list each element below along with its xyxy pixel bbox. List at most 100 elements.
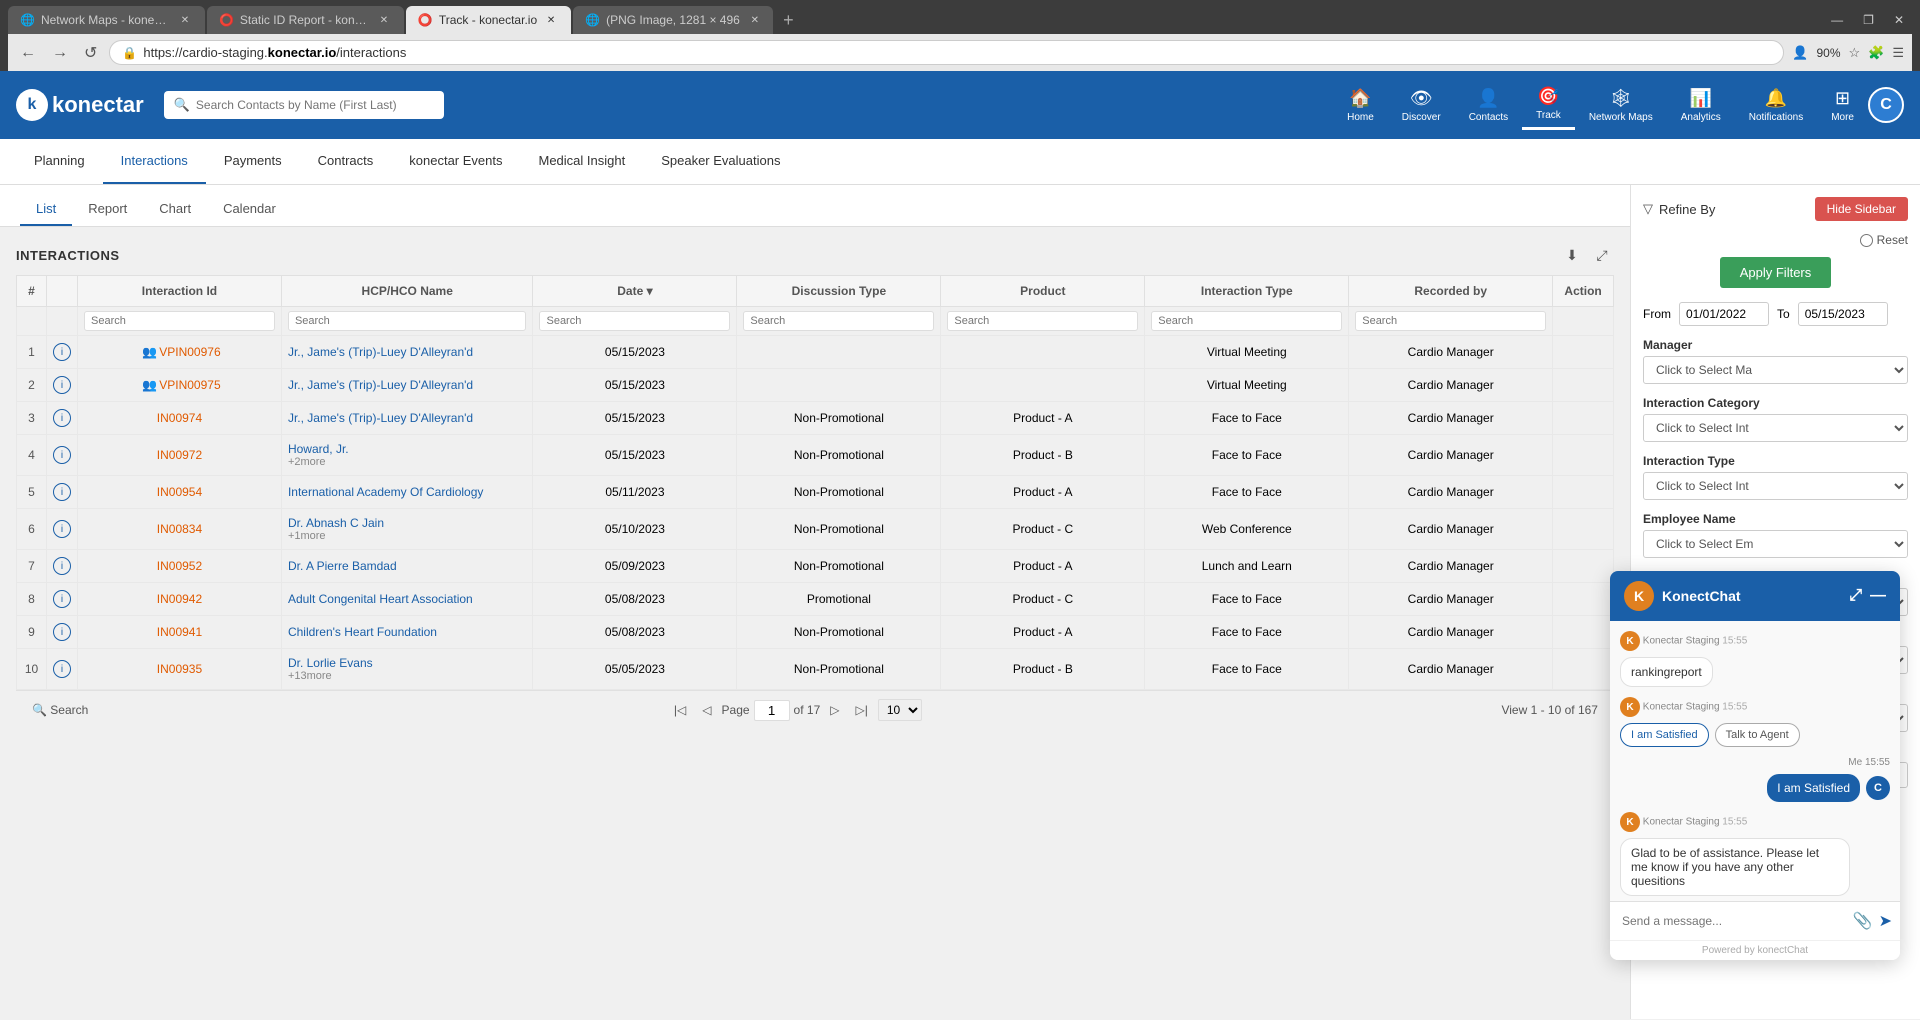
page-number-input[interactable] [754,700,790,721]
chat-expand-icon[interactable]: ⤢ [1849,587,1862,605]
col-discussion-type[interactable]: Discussion Type [737,276,941,307]
user-avatar[interactable]: C [1868,87,1904,123]
tab-contracts[interactable]: Contracts [300,139,392,184]
forward-button[interactable]: → [48,42,72,64]
tab-speaker-evaluations[interactable]: Speaker Evaluations [643,139,798,184]
tab-network-maps[interactable]: 🌐 Network Maps - konectar.io ✕ [8,6,205,34]
star-icon[interactable]: ☆ [1849,45,1861,61]
search-discussion[interactable] [743,311,934,331]
nav-contacts[interactable]: 👤 Contacts [1455,82,1522,129]
i-am-satisfied-button[interactable]: I am Satisfied [1620,723,1709,747]
chat-send-icon[interactable]: ➤ [1879,911,1892,931]
address-bar[interactable]: 🔒 https://cardio-staging.konectar.io/int… [109,40,1784,65]
interaction-category-select[interactable]: Click to Select Int [1643,414,1908,442]
info-icon[interactable]: i [53,376,71,394]
tab-planning[interactable]: Planning [16,139,103,184]
interaction-id-link[interactable]: VPIN00976 [159,345,220,359]
chat-minimize-icon[interactable]: — [1870,587,1886,605]
search-interaction-type[interactable] [1151,311,1342,331]
tab-track[interactable]: ⭕ Track - konectar.io ✕ [406,6,571,34]
tab-close-png[interactable]: ✕ [748,12,761,28]
manager-select[interactable]: Click to Select Ma [1643,356,1908,384]
info-icon[interactable]: i [53,557,71,575]
tab-static-report[interactable]: ⭕ Static ID Report - konectar.io ✕ [207,6,404,34]
tab-konectar-events[interactable]: konectar Events [391,139,520,184]
nav-network-maps[interactable]: 🕸 Network Maps [1575,82,1667,129]
hcp-name-cell[interactable]: Children's Heart Foundation [281,616,533,649]
next-page-button[interactable]: ▷ [824,701,845,719]
search-product[interactable] [947,311,1138,331]
export-button[interactable]: ⬇ [1560,243,1584,267]
logo[interactable]: k konectar [16,89,144,121]
interaction-id-link[interactable]: IN00972 [157,448,202,462]
page-size-select[interactable]: 10 25 50 [878,699,922,721]
hcp-name-cell[interactable]: Dr. Abnash C Jain +1more [281,509,533,550]
info-icon[interactable]: i [53,409,71,427]
hcp-name-cell[interactable]: Jr., Jame's (Trip)-Luey D'Alleyran'd [281,402,533,435]
interaction-id-link[interactable]: IN00974 [157,411,202,425]
account-icon[interactable]: 👤 [1792,45,1808,61]
info-icon[interactable]: i [53,446,71,464]
interaction-id-link[interactable]: IN00954 [157,485,202,499]
header-search[interactable]: 🔍 [164,91,444,119]
hcp-name-cell[interactable]: Dr. A Pierre Bamdad [281,550,533,583]
sub-tab-calendar[interactable]: Calendar [207,193,292,226]
hcp-name-cell[interactable]: Jr., Jame's (Trip)-Luey D'Alleyran'd [281,336,533,369]
chat-attach-icon[interactable]: 📎 [1853,911,1873,931]
employee-name-select[interactable]: Click to Select Em [1643,530,1908,558]
info-icon[interactable]: i [53,623,71,641]
last-page-button[interactable]: ▷| [849,701,873,719]
menu-icon[interactable]: ☰ [1892,45,1904,61]
nav-track[interactable]: 🎯 Track [1522,80,1575,130]
hide-sidebar-button[interactable]: Hide Sidebar [1815,197,1908,221]
col-interaction-type[interactable]: Interaction Type [1145,276,1349,307]
expand-button[interactable]: ⤢ [1590,243,1614,267]
tab-close-track[interactable]: ✕ [543,12,559,28]
hcp-name-cell[interactable]: Jr., Jame's (Trip)-Luey D'Alleyran'd [281,369,533,402]
extensions-icon[interactable]: 🧩 [1868,45,1884,61]
interaction-id-link[interactable]: IN00952 [157,559,202,573]
col-date[interactable]: Date ▾ [533,276,737,307]
sub-tab-report[interactable]: Report [72,193,143,226]
sub-tab-chart[interactable]: Chart [143,193,207,226]
sub-tab-list[interactable]: List [20,193,72,226]
nav-notifications[interactable]: 🔔 Notifications [1735,82,1817,129]
info-icon[interactable]: i [53,483,71,501]
first-page-button[interactable]: |◁ [668,701,692,719]
interaction-type-select[interactable]: Click to Select Int [1643,472,1908,500]
col-interaction-id[interactable]: Interaction Id [78,276,282,307]
prev-page-button[interactable]: ◁ [696,701,717,719]
hcp-name-cell[interactable]: Dr. Lorlie Evans +13more [281,649,533,690]
tab-payments[interactable]: Payments [206,139,300,184]
hcp-name-cell[interactable]: International Academy Of Cardiology [281,476,533,509]
info-icon[interactable]: i [53,590,71,608]
search-date[interactable] [539,311,730,331]
reset-radio[interactable]: Reset [1643,233,1908,247]
nav-analytics[interactable]: 📊 Analytics [1667,82,1735,129]
apply-filters-button[interactable]: Apply Filters [1720,257,1832,288]
nav-home[interactable]: 🏠 Home [1333,82,1388,129]
nav-discover[interactable]: 👁 Discover [1388,82,1455,129]
new-tab-button[interactable]: + [775,10,802,31]
col-product[interactable]: Product [941,276,1145,307]
search-hcp-name[interactable] [288,311,527,331]
reset-radio-input[interactable] [1860,234,1873,247]
back-button[interactable]: ← [16,42,40,64]
reload-button[interactable]: ↺ [80,41,101,65]
interaction-id-link[interactable]: IN00941 [157,625,202,639]
search-input[interactable] [196,98,434,112]
tab-interactions[interactable]: Interactions [103,139,206,184]
interaction-id-link[interactable]: IN00935 [157,662,202,676]
to-date-input[interactable] [1798,302,1888,326]
tab-medical-insight[interactable]: Medical Insight [520,139,643,184]
interaction-id-link[interactable]: VPIN00975 [159,378,220,392]
minimize-button[interactable]: — [1823,11,1851,29]
tab-close-static-report[interactable]: ✕ [376,12,392,28]
tab-png[interactable]: 🌐 (PNG Image, 1281 × 496 pixels) ✕ [573,6,773,34]
from-date-input[interactable] [1679,302,1769,326]
search-recorded[interactable] [1355,311,1546,331]
maximize-button[interactable]: ❐ [1855,11,1882,29]
hcp-name-cell[interactable]: Howard, Jr. +2more [281,435,533,476]
interaction-id-link[interactable]: IN00834 [157,522,202,536]
search-interaction-id[interactable] [84,311,275,331]
